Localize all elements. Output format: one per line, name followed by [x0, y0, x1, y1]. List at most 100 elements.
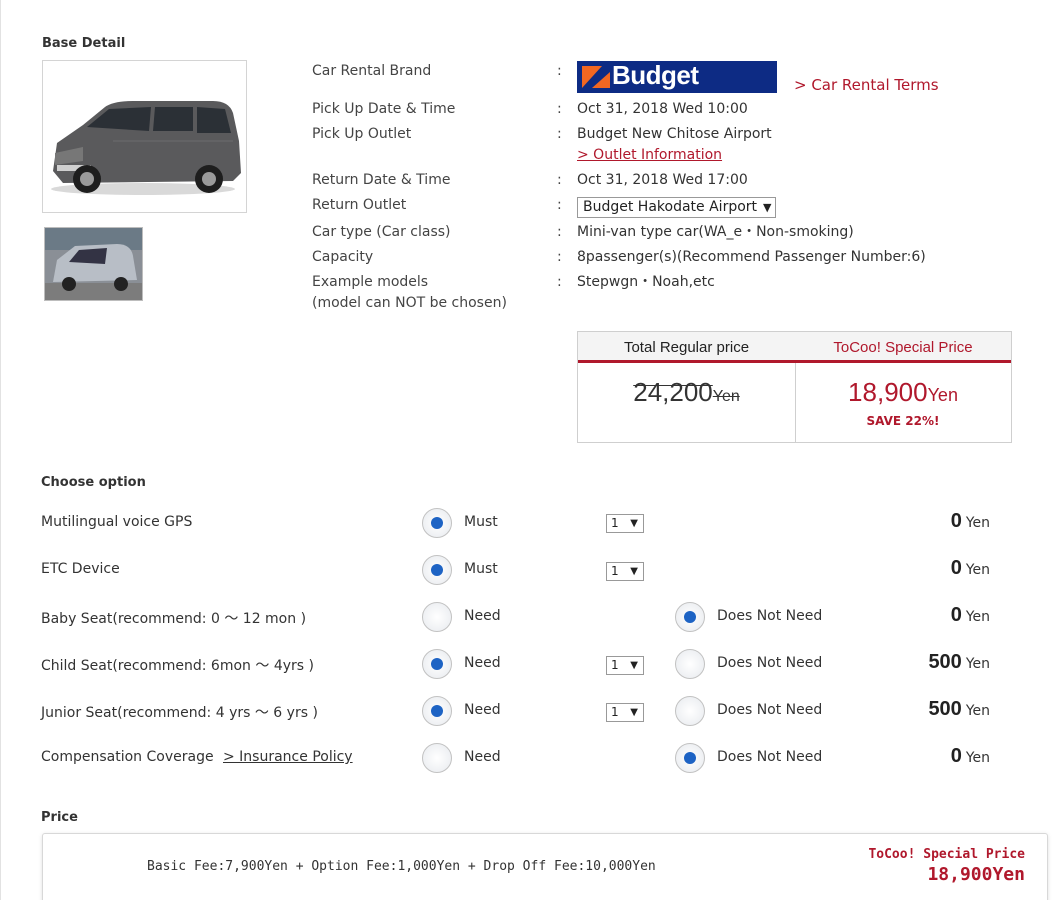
special-price-number: 18,900	[848, 377, 928, 407]
radio-selected-dot	[431, 658, 443, 670]
option-price-baby-seat-value: 0	[950, 604, 962, 626]
radio-child-seat-not-need[interactable]	[675, 649, 705, 679]
minivan-thumbnail-image	[45, 228, 142, 300]
save-percent-label: SAVE 22%!	[866, 414, 940, 428]
budget-logo-text: Budget	[612, 60, 699, 90]
radio-gps-must[interactable]	[422, 508, 452, 538]
radio-compensation-not-need[interactable]	[675, 743, 705, 773]
pickup-outlet-label: Pick Up Outlet	[312, 126, 412, 142]
regular-price-column: Total Regular price 24,200Yen	[578, 332, 796, 442]
option-price-unit: Yen	[965, 750, 990, 766]
qty-select-gps[interactable]: 1 ▼	[606, 514, 644, 533]
summary-special-value: 18,900Yen	[927, 864, 1025, 885]
return-outlet-label: Return Outlet	[312, 197, 407, 213]
radio-label-baby-seat-not-need: Does Not Need	[717, 608, 823, 624]
insurance-policy-link[interactable]: > Insurance Policy	[223, 749, 353, 765]
radio-label-compensation-need: Need	[464, 749, 501, 765]
option-label-compensation: Compensation Coverage	[41, 749, 214, 765]
brand-label: Car Rental Brand	[312, 63, 432, 79]
option-price-unit: Yen	[965, 562, 990, 578]
dropdown-arrow-icon: ▼	[630, 566, 638, 577]
option-price-child-seat: 500 Yen	[928, 651, 990, 674]
return-outlet-select[interactable]: Budget Hakodate Airport ▼	[577, 197, 776, 218]
dropdown-arrow-icon: ▼	[630, 660, 638, 671]
return-outlet-selected: Budget Hakodate Airport	[583, 199, 758, 215]
option-price-compensation: 0 Yen	[951, 745, 990, 768]
booking-page: Base Detail Car Rental Brand: Budget > …	[0, 0, 1053, 900]
radio-label-junior-seat-not-need: Does Not Need	[717, 702, 823, 718]
regular-price-number: 24,200	[633, 377, 713, 407]
summary-special-label: ToCoo! Special Price	[868, 847, 1025, 862]
option-label-child-seat: Child Seat(recommend: 6mon 〜 4yrs )	[41, 658, 314, 674]
qty-select-etc[interactable]: 1 ▼	[606, 562, 644, 581]
option-price-unit: Yen	[965, 515, 990, 531]
option-price-child-seat-value: 500	[928, 651, 962, 673]
colon: :	[557, 126, 562, 142]
radio-selected-dot	[684, 752, 696, 764]
radio-selected-dot	[431, 564, 443, 576]
radio-baby-seat-not-need[interactable]	[675, 602, 705, 632]
pickup-datetime-label: Pick Up Date & Time	[312, 101, 456, 117]
car-type-label: Car type (Car class)	[312, 224, 451, 240]
summary-special-price: ToCoo! Special Price 18,900Yen	[868, 847, 1025, 885]
special-price-column: ToCoo! Special Price 18,900Yen SAVE 22%!	[795, 332, 1011, 442]
qty-value-gps: 1	[611, 516, 619, 530]
radio-child-seat-need[interactable]	[422, 649, 452, 679]
choose-option-title: Choose option	[41, 475, 146, 490]
radio-baby-seat-need[interactable]	[422, 602, 452, 632]
minivan-image	[51, 101, 241, 195]
option-price-etc: 0 Yen	[951, 557, 990, 580]
colon: :	[557, 63, 562, 79]
outlet-information-link[interactable]: > Outlet Information	[577, 145, 722, 166]
regular-price-value: 24,200Yen	[578, 363, 795, 408]
pickup-outlet-value: Budget New Chitose Airport	[577, 126, 772, 142]
price-section-title: Price	[41, 810, 78, 825]
option-label-junior-seat: Junior Seat(recommend: 4 yrs 〜 6 yrs )	[41, 705, 318, 721]
radio-label-baby-seat-need: Need	[464, 608, 501, 624]
radio-junior-seat-not-need[interactable]	[675, 696, 705, 726]
price-comparison-table: Total Regular price 24,200Yen ToCoo! Spe…	[577, 331, 1012, 443]
option-label-gps: Mutilingual voice GPS	[41, 514, 193, 530]
colon: :	[557, 274, 562, 290]
option-price-gps: 0 Yen	[951, 510, 990, 533]
special-price-value: 18,900Yen	[795, 363, 1011, 408]
dropdown-arrow-icon: ▼	[630, 707, 638, 718]
special-price-heading: ToCoo! Special Price	[795, 332, 1011, 363]
dropdown-arrow-icon: ▼	[763, 201, 772, 214]
radio-label-compensation-not-need: Does Not Need	[717, 749, 823, 765]
dropdown-arrow-icon: ▼	[630, 518, 638, 529]
return-datetime-value: Oct 31, 2018 Wed 17:00	[577, 172, 748, 188]
special-price-unit: Yen	[927, 385, 958, 405]
price-summary-box: Basic Fee:7,900Yen + Option Fee:1,000Yen…	[42, 833, 1048, 900]
base-detail-title: Base Detail	[42, 36, 126, 51]
price-breakdown: Basic Fee:7,900Yen + Option Fee:1,000Yen…	[147, 859, 656, 874]
budget-logo: Budget	[577, 60, 777, 93]
option-price-compensation-value: 0	[950, 745, 962, 767]
option-price-gps-value: 0	[950, 510, 962, 532]
radio-label-child-seat-not-need: Does Not Need	[717, 655, 823, 671]
car-type-value: Mini-van type car(WA_e・Non-smoking)	[577, 224, 854, 240]
radio-selected-dot	[431, 517, 443, 529]
example-models-label: Example models	[312, 274, 429, 290]
example-models-note: (model can NOT be chosen)	[312, 295, 507, 311]
radio-compensation-need[interactable]	[422, 743, 452, 773]
example-models-value: Stepwgn・Noah,etc	[577, 274, 715, 290]
option-price-unit: Yen	[965, 609, 990, 625]
qty-select-child-seat[interactable]: 1 ▼	[606, 656, 644, 675]
budget-logo-icon	[582, 66, 610, 88]
car-photo-thumbnail[interactable]	[44, 227, 143, 301]
qty-select-junior-seat[interactable]: 1 ▼	[606, 703, 644, 722]
option-price-junior-seat-value: 500	[928, 698, 962, 720]
colon: :	[557, 249, 562, 265]
option-price-junior-seat: 500 Yen	[928, 698, 990, 721]
radio-selected-dot	[684, 611, 696, 623]
colon: :	[557, 224, 562, 240]
radio-junior-seat-need[interactable]	[422, 696, 452, 726]
car-rental-terms-link[interactable]: > Car Rental Terms	[794, 75, 939, 96]
option-price-unit: Yen	[965, 656, 990, 672]
return-datetime-label: Return Date & Time	[312, 172, 451, 188]
option-label-etc: ETC Device	[41, 561, 120, 577]
radio-etc-must[interactable]	[422, 555, 452, 585]
qty-value-child-seat: 1	[611, 658, 619, 672]
car-photo-main[interactable]	[42, 60, 247, 213]
